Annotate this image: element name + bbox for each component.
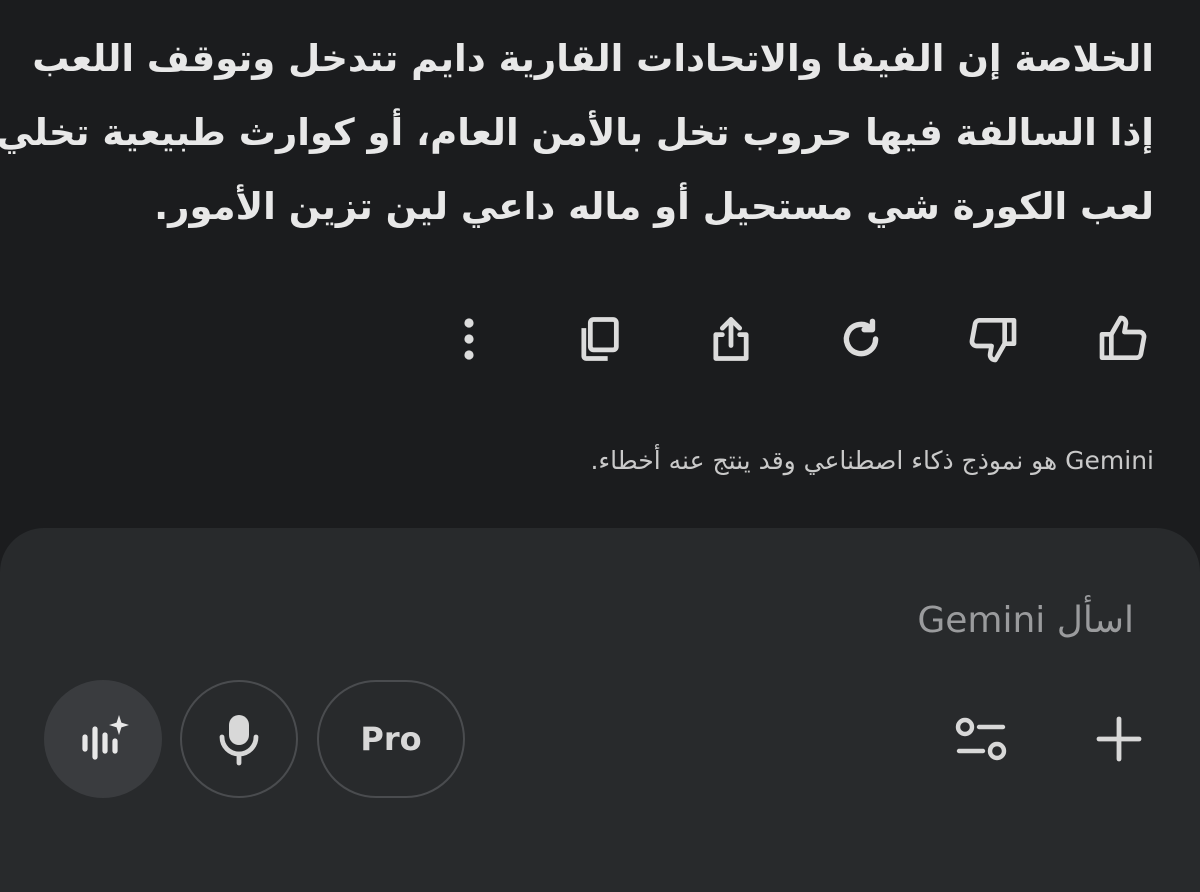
more-vert-icon <box>464 318 474 360</box>
gemini-chat-screen: الخلاصة إن الفيفا والاتحادات القارية داي… <box>0 0 1200 892</box>
response-text: الخلاصة إن الفيفا والاتحادات القارية داي… <box>0 22 1154 244</box>
disclaimer-text: Gemini هو نموذج ذكاء اصطناعي وقد ينتج عن… <box>590 446 1154 475</box>
model-selector-button[interactable]: Pro <box>317 680 465 798</box>
mic-icon <box>219 715 259 766</box>
copy-icon <box>581 317 619 361</box>
refresh-icon <box>843 318 879 357</box>
tools-button[interactable] <box>950 708 1012 770</box>
regenerate-button[interactable] <box>830 308 892 370</box>
tune-icon <box>955 717 1007 761</box>
microphone-button[interactable] <box>180 680 298 798</box>
response-line: لعب الكورة شي مستحيل أو ماله داعي لين تز… <box>154 185 1154 228</box>
response-line: الخلاصة إن الفيفا والاتحادات القارية داي… <box>32 37 1154 80</box>
share-icon <box>713 317 749 361</box>
share-button[interactable] <box>700 308 762 370</box>
thumbs-down-button[interactable] <box>962 308 1024 370</box>
thumbs-down-icon <box>969 318 1017 363</box>
more-options-button[interactable] <box>438 308 500 370</box>
thumbs-up-button[interactable] <box>1092 308 1154 370</box>
response-actions <box>0 308 1200 370</box>
response-line: إذا السالفة فيها حروب تخل بالأمن العام، … <box>0 111 1154 154</box>
add-icon <box>1096 716 1142 762</box>
copy-button[interactable] <box>568 308 630 370</box>
thumbs-up-icon <box>1099 315 1147 360</box>
live-button[interactable] <box>44 680 162 798</box>
prompt-composer: اسأل Gemini Pro <box>0 528 1200 892</box>
add-button[interactable] <box>1088 708 1150 770</box>
prompt-input[interactable]: اسأل Gemini <box>917 600 1134 641</box>
live-spark-icon <box>82 715 129 760</box>
